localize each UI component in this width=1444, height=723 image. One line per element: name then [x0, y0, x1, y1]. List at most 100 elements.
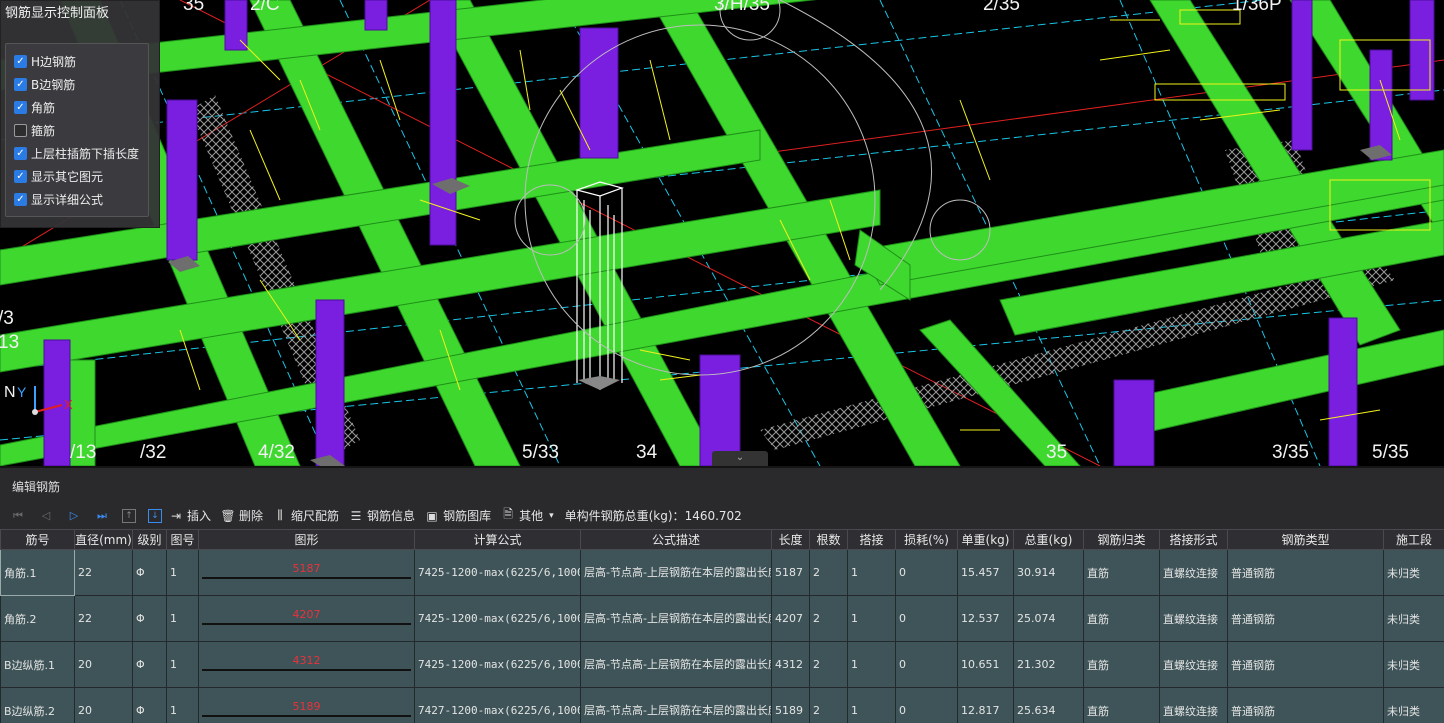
cell-shape[interactable]: 5187 [198, 549, 415, 596]
cell-lap-type[interactable]: 直螺纹连接 [1159, 687, 1228, 723]
cell-unit-w[interactable]: 10.651 [957, 641, 1014, 688]
cell-desc[interactable]: 层高-节点高-上层钢筋在本层的露出长度 [580, 687, 772, 723]
cell-formula[interactable]: 7425-1200-max(6225/6,1000,500)-1*3… [414, 595, 581, 642]
cell-shape[interactable]: 4207 [198, 595, 415, 642]
cell-type[interactable]: 普通钢筋 [1227, 549, 1384, 596]
cell-formula[interactable]: 7425-1200-max(6225/6,1000,500) [414, 549, 581, 596]
cell-name[interactable]: 角筋.2 [0, 595, 75, 642]
cell-unit-w[interactable]: 12.537 [957, 595, 1014, 642]
cell-fig[interactable]: 1 [166, 595, 199, 642]
cell-name[interactable]: B边纵筋.1 [0, 641, 75, 688]
column-header[interactable]: 总重(kg) [1013, 529, 1084, 550]
checkbox-checked[interactable]: ✓ [14, 78, 27, 91]
column-header[interactable]: 计算公式 [414, 529, 581, 550]
column-header[interactable]: 直径(mm) [74, 529, 133, 550]
cell-loss[interactable]: 0 [895, 641, 958, 688]
display-option-item[interactable]: ✓ 显示其它图元 [6, 165, 148, 188]
display-option-item[interactable]: ✓ B边钢筋 [6, 73, 148, 96]
column-header[interactable]: 钢筋类型 [1227, 529, 1384, 550]
cell-cat[interactable]: 直筋 [1083, 641, 1160, 688]
cell-cat[interactable]: 直筋 [1083, 687, 1160, 723]
scale-rebar-button[interactable]: ⫼ 缩尺配筋 [272, 507, 339, 524]
checkbox-unchecked[interactable] [14, 124, 27, 137]
cell-fig[interactable]: 1 [166, 687, 199, 723]
column-header[interactable]: 搭接形式 [1159, 529, 1228, 550]
column-header[interactable]: 钢筋归类 [1083, 529, 1160, 550]
cell-diameter[interactable]: 22 [74, 595, 133, 642]
checkbox-checked[interactable]: ✓ [14, 55, 27, 68]
column-header[interactable]: 损耗(%) [895, 529, 958, 550]
cell-desc[interactable]: 层高-节点高-上层钢筋在本层的露出长度-错开距离 [580, 641, 772, 688]
column-header[interactable]: 搭接 [847, 529, 896, 550]
previous-record-icon[interactable]: ◁ [38, 508, 54, 524]
table-row[interactable]: 角筋.222Φ142077425-1200-max(6225/6,1000,50… [0, 595, 1444, 642]
column-header[interactable]: 根数 [809, 529, 848, 550]
cell-total-w[interactable]: 21.302 [1013, 641, 1084, 688]
cell-grade[interactable]: Φ [132, 595, 167, 642]
display-option-item[interactable]: ✓ H边钢筋 [6, 50, 148, 73]
cell-loss[interactable]: 0 [895, 687, 958, 723]
checkbox-checked[interactable]: ✓ [14, 170, 27, 183]
next-record-icon[interactable]: ▷ [66, 508, 82, 524]
column-header[interactable]: 公式描述 [580, 529, 772, 550]
cell-shape[interactable]: 4312 [198, 641, 415, 688]
column-header[interactable]: 单重(kg) [957, 529, 1014, 550]
cell-section[interactable]: 未归类 [1383, 641, 1444, 688]
first-record-icon[interactable]: ⏮ [10, 508, 26, 524]
cell-diameter[interactable]: 22 [74, 549, 133, 596]
other-dropdown-button[interactable]: 🗎 其他 ▾ [500, 505, 553, 526]
cell-lap[interactable]: 1 [847, 549, 896, 596]
cell-unit-w[interactable]: 12.817 [957, 687, 1014, 723]
cell-grade[interactable]: Φ [132, 687, 167, 723]
cell-section[interactable]: 未归类 [1383, 687, 1444, 723]
model-canvas[interactable] [0, 0, 1444, 466]
column-header[interactable]: 图形 [198, 529, 415, 550]
cell-fig[interactable]: 1 [166, 641, 199, 688]
column-header[interactable]: 长度 [771, 529, 810, 550]
cell-lap[interactable]: 1 [847, 595, 896, 642]
cell-shape[interactable]: 5189 [198, 687, 415, 723]
cell-formula[interactable]: 7427-1200-max(6225/6,1000,500) [414, 687, 581, 723]
cell-name[interactable]: B边纵筋.2 [0, 687, 75, 723]
cell-desc[interactable]: 层高-节点高-上层钢筋在本层的露出长度-错开距离 [580, 595, 772, 642]
cell-cat[interactable]: 直筋 [1083, 595, 1160, 642]
column-header[interactable]: 施工段 [1383, 529, 1444, 550]
checkbox-checked[interactable]: ✓ [14, 193, 27, 206]
cell-fig[interactable]: 1 [166, 549, 199, 596]
cell-count[interactable]: 2 [809, 641, 848, 688]
cell-desc[interactable]: 层高-节点高-上层钢筋在本层的露出长度 [580, 549, 772, 596]
collapse-panel-button[interactable]: ⌄ [712, 451, 768, 466]
cell-diameter[interactable]: 20 [74, 641, 133, 688]
rebar-info-button[interactable]: ☰ 钢筋信息 [348, 507, 415, 524]
cell-length[interactable]: 5189 [771, 687, 810, 723]
cell-lap-type[interactable]: 直螺纹连接 [1159, 549, 1228, 596]
cell-lap[interactable]: 1 [847, 641, 896, 688]
cell-total-w[interactable]: 25.634 [1013, 687, 1084, 723]
cell-section[interactable]: 未归类 [1383, 549, 1444, 596]
cell-diameter[interactable]: 20 [74, 687, 133, 723]
cell-unit-w[interactable]: 15.457 [957, 549, 1014, 596]
display-option-item[interactable]: 箍筋 [6, 119, 148, 142]
3d-viewport[interactable]: 35 2/C 3/H/35 2/35 1/36P /3 13 N Y X /13… [0, 0, 1444, 466]
cell-type[interactable]: 普通钢筋 [1227, 687, 1384, 723]
cell-loss[interactable]: 0 [895, 595, 958, 642]
cell-cat[interactable]: 直筋 [1083, 549, 1160, 596]
display-option-item[interactable]: ✓ 显示详细公式 [6, 188, 148, 211]
cell-total-w[interactable]: 25.074 [1013, 595, 1084, 642]
cell-count[interactable]: 2 [809, 687, 848, 723]
cell-count[interactable]: 2 [809, 595, 848, 642]
cell-formula[interactable]: 7425-1200-max(6225/6,1000,500)-1*3… [414, 641, 581, 688]
cell-total-w[interactable]: 30.914 [1013, 549, 1084, 596]
cell-grade[interactable]: Φ [132, 549, 167, 596]
insert-button[interactable]: ⇥ 插入 [168, 507, 211, 524]
display-option-item[interactable]: ✓ 角筋 [6, 96, 148, 119]
cell-length[interactable]: 5187 [771, 549, 810, 596]
cell-lap[interactable]: 1 [847, 687, 896, 723]
cell-grade[interactable]: Φ [132, 641, 167, 688]
cell-length[interactable]: 4312 [771, 641, 810, 688]
column-header[interactable]: 筋号 [0, 529, 75, 550]
checkbox-checked[interactable]: ✓ [14, 101, 27, 114]
cell-length[interactable]: 4207 [771, 595, 810, 642]
table-row[interactable]: B边纵筋.120Φ143127425-1200-max(6225/6,1000,… [0, 641, 1444, 688]
last-record-icon[interactable]: ⏭ [94, 508, 110, 524]
